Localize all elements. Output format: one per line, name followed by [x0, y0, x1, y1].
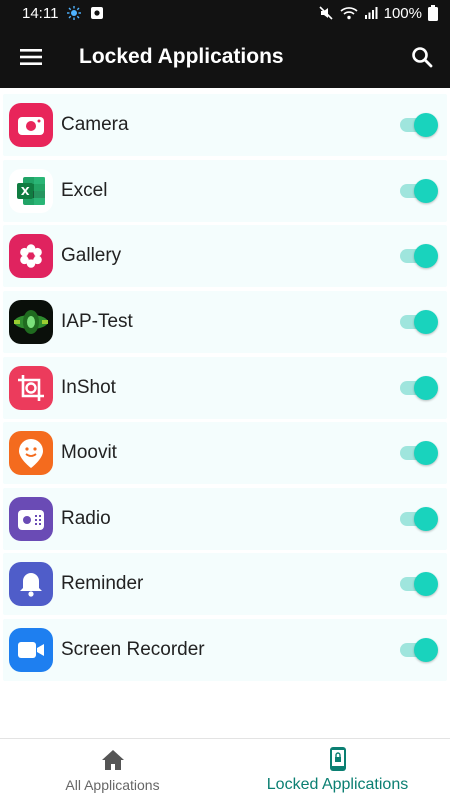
app-label: Radio — [61, 508, 111, 529]
app-row-screen-recorder[interactable]: Screen Recorder — [3, 619, 447, 681]
battery-icon — [428, 5, 438, 21]
app-row-gallery[interactable]: Gallery — [3, 225, 447, 287]
app-label: Moovit — [61, 442, 117, 463]
tab-label: Locked Applications — [266, 775, 409, 793]
signal-icon — [364, 6, 378, 20]
bottom-navigation: All Applications Locked Applications — [0, 738, 450, 800]
app-label: Excel — [61, 180, 108, 201]
tab-label: All Applications — [65, 776, 160, 793]
lock-toggle[interactable] — [400, 438, 438, 468]
lock-toggle[interactable] — [400, 241, 438, 271]
app-row-iap-test[interactable]: IAP-Test — [3, 291, 447, 353]
wifi-icon — [340, 6, 358, 20]
locked-phone-icon — [329, 746, 347, 772]
radio-app-icon — [9, 497, 53, 541]
tab-locked-applications[interactable]: Locked Applications — [225, 739, 450, 800]
screen-recorder-app-icon — [9, 628, 53, 672]
lock-toggle[interactable] — [400, 110, 438, 140]
lock-toggle[interactable] — [400, 569, 438, 599]
status-bar: 14:11 100% — [0, 0, 450, 26]
iap-test-app-icon — [9, 300, 53, 344]
app-row-radio[interactable]: Radio — [3, 488, 447, 550]
lock-toggle[interactable] — [400, 307, 438, 337]
excel-app-icon — [9, 169, 53, 213]
hamburger-menu-icon[interactable] — [0, 26, 62, 88]
lock-toggle[interactable] — [400, 373, 438, 403]
lock-toggle[interactable] — [400, 635, 438, 665]
weather-icon — [66, 5, 82, 21]
app-label: Reminder — [61, 573, 144, 594]
tab-all-applications[interactable]: All Applications — [0, 739, 225, 800]
app-row-excel[interactable]: Excel — [3, 160, 447, 222]
app-label: IAP-Test — [61, 311, 133, 332]
page-title: Locked Applications — [79, 45, 284, 68]
camera-app-icon — [9, 103, 53, 147]
app-label: Camera — [61, 114, 129, 135]
app-row-moovit[interactable]: Moovit — [3, 422, 447, 484]
app-row-inshot[interactable]: InShot — [3, 357, 447, 419]
search-icon[interactable] — [394, 26, 450, 88]
lock-toggle[interactable] — [400, 504, 438, 534]
app-label: Screen Recorder — [61, 639, 205, 660]
status-time: 14:11 — [22, 4, 59, 22]
inshot-app-icon — [9, 366, 53, 410]
reminder-app-icon — [9, 562, 53, 606]
app-row-reminder[interactable]: Reminder — [3, 553, 447, 615]
moovit-app-icon — [9, 431, 53, 475]
gallery-app-icon — [9, 234, 53, 278]
battery-percent: 100% — [383, 4, 422, 22]
app-label: Gallery — [61, 245, 122, 266]
home-icon — [101, 747, 125, 773]
lock-toggle[interactable] — [400, 176, 438, 206]
app-label: InShot — [61, 377, 116, 398]
notification-icon — [90, 6, 104, 20]
app-bar: Locked Applications — [0, 26, 450, 88]
app-row-camera[interactable]: Camera — [3, 94, 447, 156]
mute-icon — [318, 5, 334, 21]
